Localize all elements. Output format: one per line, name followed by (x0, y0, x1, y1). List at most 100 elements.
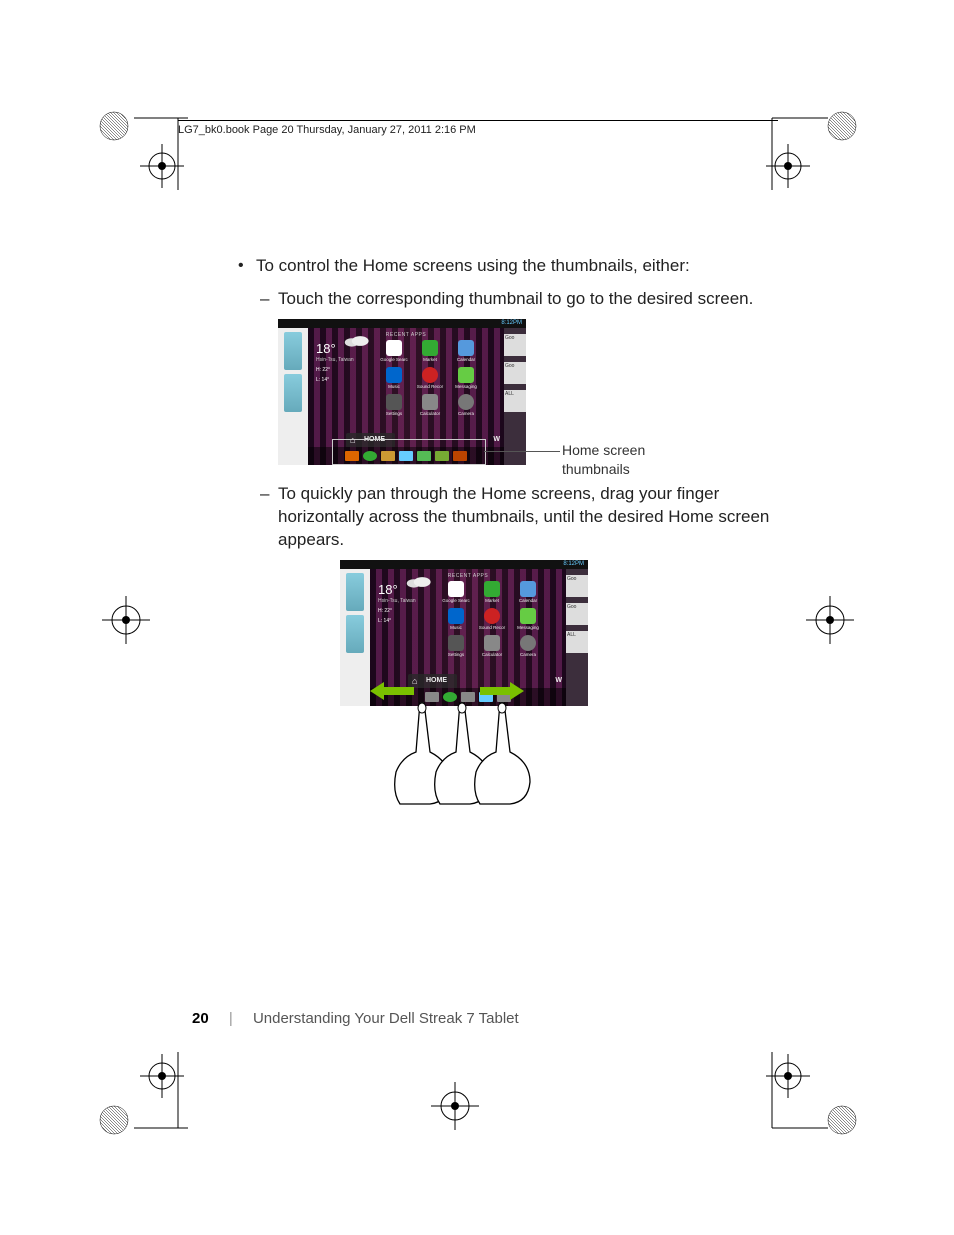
section-title: Understanding Your Dell Streak 7 Tablet (253, 1010, 519, 1027)
location: Hsin-Tsu, Taiwan (316, 357, 374, 364)
app-label: Market (416, 357, 444, 363)
app-market: Market (416, 340, 444, 363)
home-tab: HOME (408, 674, 457, 687)
music-icon (386, 367, 402, 383)
page-footer: 20 | Understanding Your Dell Streak 7 Ta… (192, 1009, 519, 1029)
app-label: Calculator (416, 411, 444, 417)
temperature: 18° (378, 581, 436, 599)
app-music: Music (442, 608, 470, 631)
callout-line (484, 451, 560, 452)
app-label: Calendar (452, 357, 480, 363)
figure-1: 8:12PM Goo Goo ALL RECENT APPS 18° Hsin-… (278, 319, 770, 465)
app-grid: Google Searc Market Calendar Music Sound… (380, 340, 498, 421)
body-content: To control the Home screens using the th… (230, 255, 770, 804)
right-card: Goo (504, 334, 526, 356)
registration-mark-icon (760, 1052, 880, 1147)
right-card: ALL (566, 631, 588, 653)
messaging-icon (520, 608, 536, 624)
left-panel (340, 569, 370, 706)
app-music: Music (380, 367, 408, 390)
app-camera: Camera (452, 394, 480, 417)
figure-2: 8:12PM Goo Goo ALL RECENT APPS 18° Hsin-… (340, 560, 588, 804)
app-label: Camera (514, 652, 542, 658)
recent-apps-label: RECENT APPS (386, 332, 426, 339)
sound-recorder-icon (484, 608, 500, 624)
app-camera: Camera (514, 635, 542, 658)
music-icon (448, 608, 464, 624)
bullet-level-1: To control the Home screens using the th… (230, 255, 770, 278)
app-label: Calculator (478, 652, 506, 658)
bullet-level-2: Touch the corresponding thumbnail to go … (230, 288, 770, 311)
temperature: 18° (316, 340, 374, 358)
camera-icon (520, 635, 536, 651)
app-market: Market (478, 581, 506, 604)
app-settings: Settings (380, 394, 408, 417)
weather-widget: 18° Hsin-Tsu, Taiwan H: 22° L: 14° (316, 340, 374, 384)
bullet-text: To control the Home screens using the th… (256, 256, 690, 275)
google-search-icon (386, 340, 402, 356)
right-card: ALL (504, 390, 526, 412)
market-icon (422, 340, 438, 356)
app-google-search: Google Searc (380, 340, 408, 363)
app-sound-recorder: Sound Recor (478, 608, 506, 631)
registration-mark-icon (96, 590, 156, 650)
w-tab: W (551, 674, 566, 687)
app-label: Settings (380, 411, 408, 417)
status-bar: 8:12PM (278, 319, 526, 328)
bullet-level-2: To quickly pan through the Home screens,… (230, 483, 770, 552)
app-calculator: Calculator (478, 635, 506, 658)
registration-mark-icon (78, 1052, 188, 1147)
messaging-icon (458, 367, 474, 383)
registration-mark-icon (78, 98, 188, 193)
app-calculator: Calculator (416, 394, 444, 417)
app-calendar: Calendar (514, 581, 542, 604)
sound-recorder-icon (422, 367, 438, 383)
hand-icon (470, 702, 540, 807)
right-card: Goo (566, 603, 588, 625)
arrow-left-icon (370, 680, 414, 702)
app-sound-recorder: Sound Recor (416, 367, 444, 390)
page: LG7_bk0.book Page 20 Thursday, January 2… (0, 0, 954, 1235)
google-search-icon (448, 581, 464, 597)
gesture-illustration (340, 694, 588, 804)
registration-mark-icon (760, 98, 880, 193)
calendar-icon (458, 340, 474, 356)
app-label: Calendar (514, 598, 542, 604)
app-messaging: Messaging (514, 608, 542, 631)
app-label: Music (442, 625, 470, 631)
recent-apps-label: RECENT APPS (448, 573, 488, 580)
bullet-text: To quickly pan through the Home screens,… (278, 484, 769, 549)
low-temp: L: 14° (316, 377, 374, 384)
app-label: Music (380, 384, 408, 390)
w-tab: W (489, 433, 504, 446)
low-temp: L: 14° (378, 618, 436, 625)
registration-mark-icon (425, 1076, 485, 1136)
location: Hsin-Tsu, Taiwan (378, 598, 436, 605)
app-label: Messaging (452, 384, 480, 390)
camera-icon (458, 394, 474, 410)
thumbnail-highlight-box (332, 439, 486, 465)
app-label: Market (478, 598, 506, 604)
callout-text-line: thumbnails (562, 461, 630, 477)
right-card: Goo (566, 575, 588, 597)
page-header: LG7_bk0.book Page 20 Thursday, January 2… (178, 120, 778, 138)
app-label: Settings (442, 652, 470, 658)
app-label: Camera (452, 411, 480, 417)
footer-separator: | (229, 1010, 233, 1027)
right-card: Goo (504, 362, 526, 384)
app-calendar: Calendar (452, 340, 480, 363)
high-temp: H: 22° (378, 608, 436, 615)
app-label: Google Searc (380, 357, 408, 363)
app-grid: Google Searc Market Calendar Music Sound… (442, 581, 560, 662)
registration-mark-icon (800, 590, 860, 650)
calculator-icon (484, 635, 500, 651)
app-label: Sound Recor (478, 625, 506, 631)
app-label: Messaging (514, 625, 542, 631)
market-icon (484, 581, 500, 597)
callout-label: Home screen thumbnails (562, 441, 645, 479)
arrow-right-icon (480, 680, 524, 702)
app-label: Sound Recor (416, 384, 444, 390)
bullet-text: Touch the corresponding thumbnail to go … (278, 289, 753, 308)
status-bar: 8:12PM (340, 560, 588, 569)
settings-icon (386, 394, 402, 410)
